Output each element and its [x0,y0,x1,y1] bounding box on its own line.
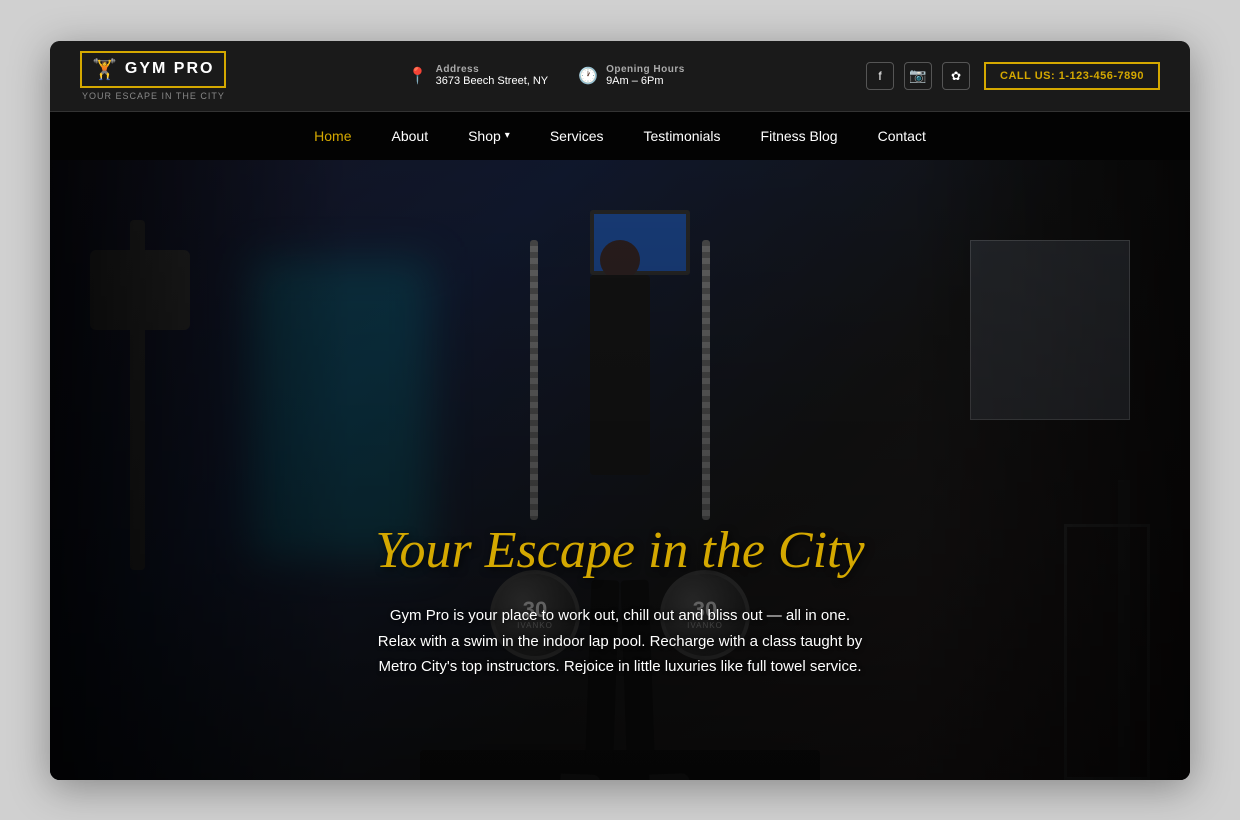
logo-box: 🏋 GYM PRO [80,51,226,88]
logo-area: 🏋 GYM PRO YOUR ESCAPE IN THE CITY [80,51,226,101]
site-wrapper: 🏋 GYM PRO YOUR ESCAPE IN THE CITY 📍 Addr… [50,41,1190,780]
nav-item-fitness-blog[interactable]: Fitness Blog [741,112,858,160]
hero-content: Your Escape in the City Gym Pro is your … [320,522,920,680]
hero-section: 30 IVANKO 30 IVANKO [50,160,1190,780]
clock-icon: 🕐 [578,66,598,86]
facebook-icon[interactable]: f [866,62,894,90]
social-icons: f 📷 ✿ [866,62,970,90]
address-value: 3673 Beech Street, NY [436,75,549,87]
hours-label: Opening Hours [606,64,685,75]
nav-item-contact[interactable]: Contact [858,112,946,160]
nav-item-testimonials[interactable]: Testimonials [624,112,741,160]
nav-bar: Home About Shop ▾ Services Testimonials … [50,112,1190,160]
logo-text: GYM PRO [125,60,215,78]
hours-value: 9Am – 6Pm [606,75,685,87]
hours-details: Opening Hours 9Am – 6Pm [606,64,685,87]
top-info: 📍 Address 3673 Beech Street, NY 🕐 Openin… [408,64,685,87]
nav-item-home[interactable]: Home [294,112,371,160]
top-bar: 🏋 GYM PRO YOUR ESCAPE IN THE CITY 📍 Addr… [50,41,1190,112]
hours-info: 🕐 Opening Hours 9Am – 6Pm [578,64,685,87]
nav-item-about[interactable]: About [372,112,449,160]
nav-item-services[interactable]: Services [530,112,624,160]
address-info: 📍 Address 3673 Beech Street, NY [408,64,548,87]
address-details: Address 3673 Beech Street, NY [436,64,549,87]
hero-overlay [50,160,1190,780]
logo-tagline: YOUR ESCAPE IN THE CITY [80,91,225,101]
location-icon: 📍 [408,66,428,86]
address-label: Address [436,64,549,75]
nav-item-shop[interactable]: Shop ▾ [448,112,530,160]
yelp-icon[interactable]: ✿ [942,62,970,90]
dumbbell-icon: 🏋 [92,57,117,82]
instagram-icon[interactable]: 📷 [904,62,932,90]
call-button[interactable]: CALL US: 1-123-456-7890 [984,62,1160,90]
hero-title: Your Escape in the City [320,522,920,579]
hero-description: Gym Pro is your place to work out, chill… [370,603,870,680]
shop-dropdown-arrow: ▾ [505,130,510,141]
browser-frame: 🏋 GYM PRO YOUR ESCAPE IN THE CITY 📍 Addr… [50,41,1190,780]
